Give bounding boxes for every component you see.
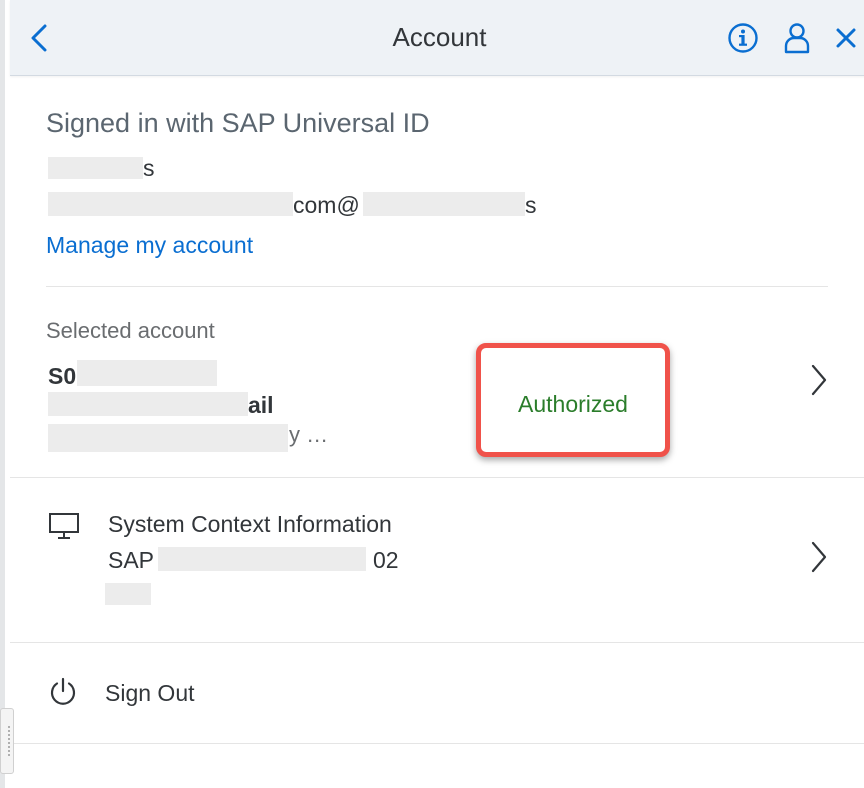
close-button[interactable]	[828, 20, 864, 56]
status-badge: Authorized	[518, 391, 628, 417]
panel-header: Account	[10, 0, 864, 76]
redacted-account-line3	[48, 424, 288, 452]
user-icon	[784, 23, 810, 54]
power-icon	[50, 677, 76, 705]
selected-account-chevron[interactable]	[804, 360, 834, 400]
redacted-system-id	[158, 547, 366, 571]
account-line3-fragment: y …	[289, 422, 329, 447]
divider	[46, 286, 828, 287]
account-name-fragment: S0	[48, 363, 77, 389]
account-panel: Account Signed in with SAP Universal ID …	[0, 0, 864, 788]
info-button[interactable]	[725, 20, 761, 56]
info-icon	[728, 23, 758, 53]
system-context-chevron[interactable]	[804, 537, 834, 577]
redacted-name	[48, 157, 143, 179]
authorized-highlight: Authorized	[476, 343, 670, 457]
selected-account-label: Selected account	[46, 318, 215, 343]
power-icon-wrap	[48, 677, 78, 712]
user-email-end: s	[525, 192, 537, 218]
system-context-title: System Context Information	[108, 511, 392, 537]
redacted-account-line2	[48, 392, 248, 416]
monitor-icon	[49, 513, 79, 539]
resize-handle[interactable]	[0, 708, 14, 774]
redacted-email-domain	[363, 192, 525, 216]
user-button[interactable]	[779, 20, 815, 56]
signed-in-heading: Signed in with SAP Universal ID	[46, 108, 430, 138]
redacted-email-start	[48, 192, 293, 216]
sign-out-label: Sign Out	[105, 680, 195, 706]
monitor-icon-wrap	[48, 512, 80, 545]
redacted-system-line2	[105, 583, 151, 605]
manage-account-link[interactable]: Manage my account	[46, 232, 253, 259]
chevron-right-icon	[811, 541, 827, 573]
system-context-suffix: 02	[373, 547, 399, 573]
close-icon	[836, 28, 856, 48]
account-line2-fragment: ail	[248, 392, 274, 418]
grip-icon	[8, 726, 10, 756]
user-name-fragment: s	[143, 155, 155, 181]
user-email-fragment: com@	[293, 192, 360, 218]
divider	[10, 743, 864, 744]
redacted-account-name	[77, 360, 217, 386]
system-context-prefix: SAP	[108, 547, 155, 573]
chevron-right-icon	[811, 364, 827, 396]
